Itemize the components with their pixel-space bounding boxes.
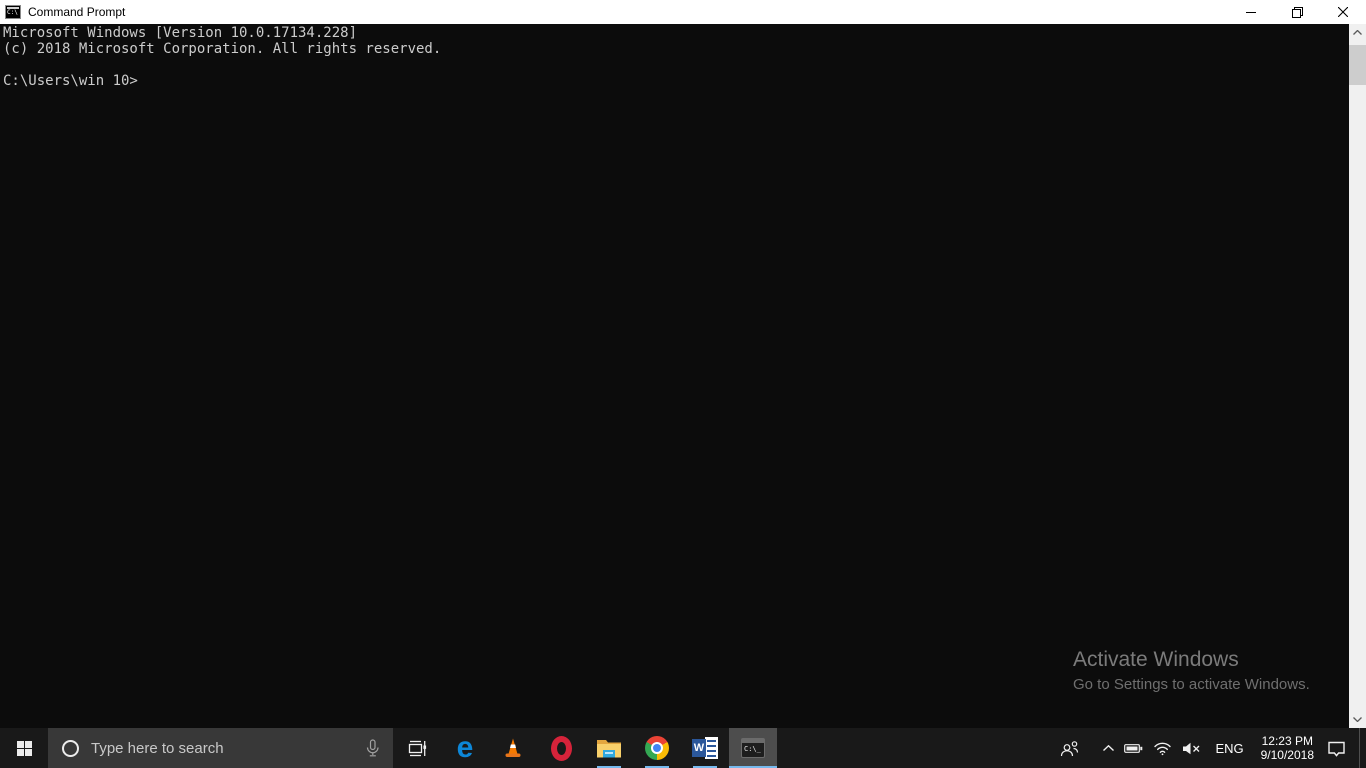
restore-button[interactable] <box>1274 0 1320 24</box>
scroll-down-button[interactable] <box>1349 711 1366 728</box>
battery-icon <box>1124 743 1143 754</box>
battery-button[interactable] <box>1119 728 1148 768</box>
task-view-icon <box>408 740 427 757</box>
show-hidden-icons-button[interactable] <box>1098 728 1119 768</box>
system-tray: ENG 12:23 PM 9/10/2018 <box>1055 728 1366 768</box>
taskbar-app-vlc[interactable] <box>489 728 537 768</box>
clock[interactable]: 12:23 PM 9/10/2018 <box>1253 728 1322 768</box>
vertical-scrollbar[interactable] <box>1349 24 1366 728</box>
scroll-up-button[interactable] <box>1349 24 1366 41</box>
speaker-muted-icon <box>1182 742 1201 755</box>
start-button[interactable] <box>0 728 48 768</box>
minimize-icon <box>1246 7 1256 17</box>
command-prompt-window-icon[interactable] <box>5 5 21 19</box>
chevron-up-icon <box>1353 30 1362 35</box>
file-explorer-icon <box>596 737 622 759</box>
people-button[interactable] <box>1055 728 1084 768</box>
console-line: (c) 2018 Microsoft Corporation. All righ… <box>3 41 1349 57</box>
show-desktop-button[interactable] <box>1359 728 1366 768</box>
console-line: Microsoft Windows [Version 10.0.17134.22… <box>3 25 1349 41</box>
taskbar-app-word[interactable]: W <box>681 728 729 768</box>
word-icon: W <box>692 737 718 759</box>
console-output[interactable]: Microsoft Windows [Version 10.0.17134.22… <box>0 24 1349 728</box>
restore-icon <box>1292 7 1303 18</box>
taskbar-app-command-prompt[interactable] <box>729 728 777 768</box>
network-button[interactable] <box>1148 728 1177 768</box>
language-indicator[interactable]: ENG <box>1206 728 1252 768</box>
taskbar-search-box[interactable] <box>48 728 393 768</box>
console-prompt-line: C:\Users\win 10> <box>3 73 1349 89</box>
microphone-icon[interactable] <box>365 739 380 758</box>
task-view-button[interactable] <box>393 728 441 768</box>
close-button[interactable] <box>1320 0 1366 24</box>
close-icon <box>1338 7 1348 17</box>
volume-button[interactable] <box>1177 728 1206 768</box>
taskbar-empty-space <box>777 728 1055 768</box>
cortana-icon <box>62 740 79 757</box>
taskbar-app-file-explorer[interactable] <box>585 728 633 768</box>
action-center-button[interactable] <box>1322 728 1351 768</box>
taskbar-app-opera[interactable] <box>537 728 585 768</box>
action-center-icon <box>1327 740 1346 757</box>
chevron-up-icon <box>1103 745 1114 751</box>
window-title: Command Prompt <box>28 5 125 19</box>
scrollbar-thumb[interactable] <box>1349 45 1366 85</box>
window-controls <box>1228 0 1366 24</box>
people-icon <box>1060 740 1079 757</box>
title-bar: Command Prompt <box>0 0 1366 24</box>
wifi-icon <box>1153 741 1172 756</box>
command-prompt-icon <box>741 738 765 758</box>
windows-logo-icon <box>17 741 32 756</box>
chevron-down-icon <box>1353 717 1362 722</box>
search-input[interactable] <box>91 740 365 757</box>
vlc-icon <box>501 736 525 760</box>
clock-time: 12:23 PM <box>1261 734 1314 748</box>
taskbar: e W <box>0 728 1366 768</box>
taskbar-app-chrome[interactable] <box>633 728 681 768</box>
minimize-button[interactable] <box>1228 0 1274 24</box>
clock-date: 9/10/2018 <box>1261 748 1314 762</box>
console-line <box>3 57 1349 73</box>
opera-icon <box>551 736 572 761</box>
edge-icon: e <box>457 735 474 761</box>
taskbar-app-edge[interactable]: e <box>441 728 489 768</box>
chrome-icon <box>645 736 669 760</box>
